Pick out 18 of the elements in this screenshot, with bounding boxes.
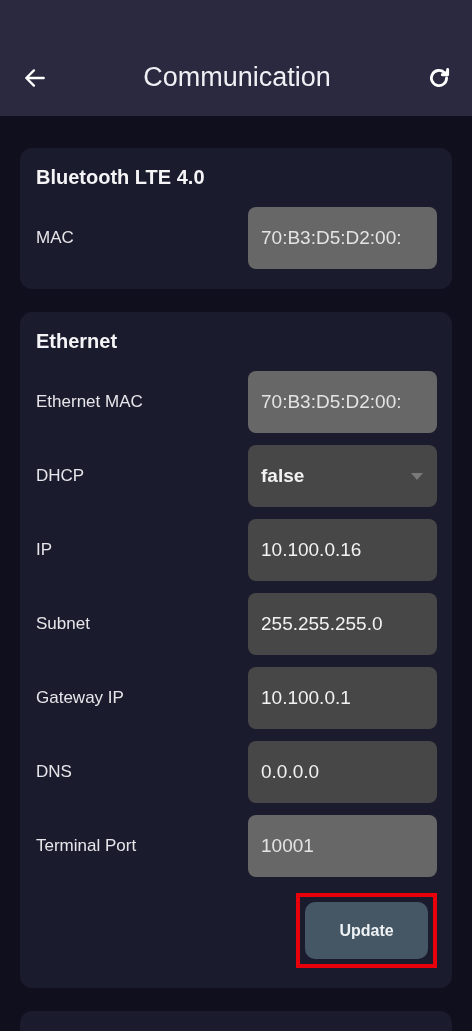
input-field[interactable]: 10.100.0.1	[248, 667, 437, 729]
card-title: Bluetooth LTE 4.0	[36, 166, 206, 189]
field-label: Subnet	[36, 614, 90, 634]
input-field[interactable]: 0.0.0.0	[248, 741, 437, 803]
field-label: DNS	[36, 762, 72, 782]
field-label: IP	[36, 540, 53, 560]
field-label: Terminal Port	[36, 836, 137, 856]
input-field[interactable]: 10.100.0.16	[248, 519, 437, 581]
update-button[interactable]: Update	[305, 902, 428, 959]
screen-title: Communication	[143, 62, 331, 93]
card-title: Ethernet	[36, 330, 119, 353]
field-label: MAC	[36, 228, 74, 248]
dropdown-field[interactable]: false	[248, 445, 437, 507]
input-field[interactable]: 255.255.255.0	[248, 593, 437, 655]
dropdown-caret-icon	[411, 472, 423, 480]
field-label: Gateway IP	[36, 688, 124, 708]
field-label: Ethernet MAC	[36, 392, 143, 412]
field-label: DHCP	[36, 466, 85, 486]
